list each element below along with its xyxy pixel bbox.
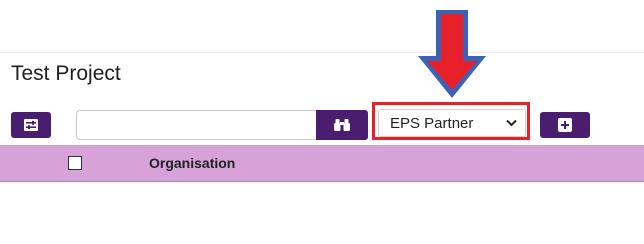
top-divider [0,0,644,53]
binoculars-icon [334,119,350,131]
search-input[interactable] [76,110,316,140]
chevron-down-icon [506,119,517,127]
table-header: Organisation [0,145,644,182]
add-button[interactable] [540,112,590,138]
column-header-organisation[interactable]: Organisation [149,155,235,171]
partner-select-value: EPS Partner [390,114,474,132]
search-button[interactable] [316,110,368,140]
select-all-checkbox[interactable] [68,156,82,170]
partner-select[interactable]: EPS Partner [378,109,526,137]
filter-button[interactable] [11,112,51,138]
down-arrow-icon [418,10,486,98]
page-title: Test Project [11,62,121,85]
plus-square-icon [558,118,572,132]
sliders-icon [24,119,38,131]
